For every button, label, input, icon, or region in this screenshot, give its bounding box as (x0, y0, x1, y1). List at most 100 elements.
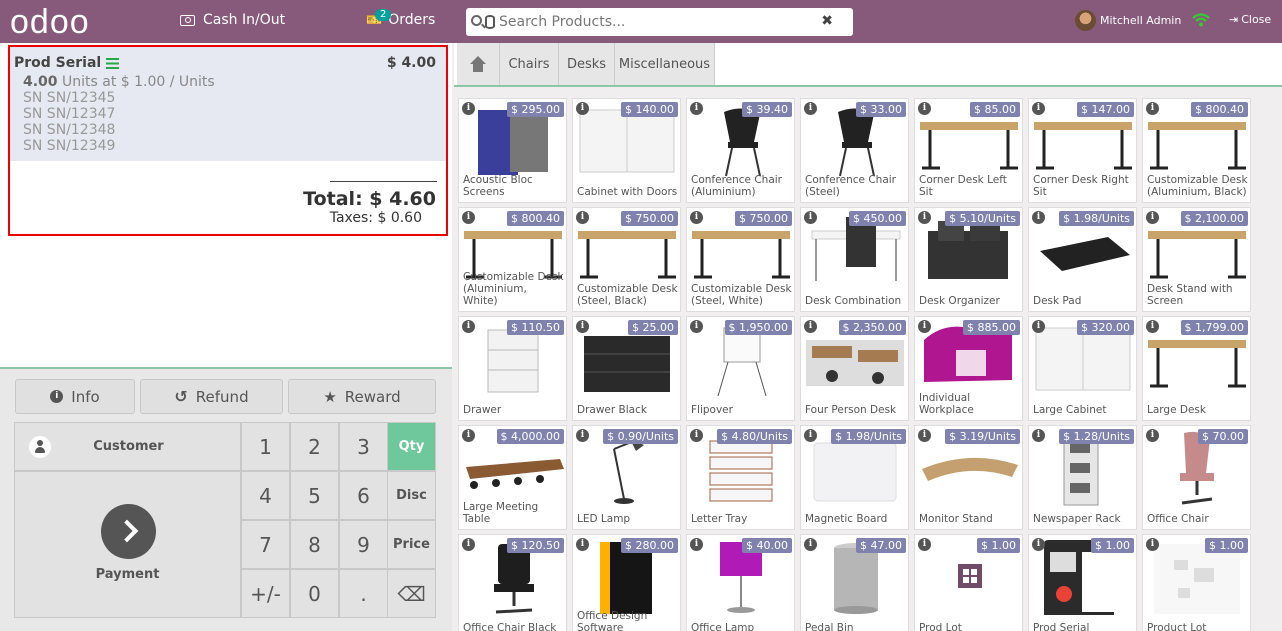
product-card[interactable]: i $ 3.19/Units Monitor Stand (914, 425, 1023, 530)
disc-mode-button[interactable]: Disc (387, 471, 436, 520)
product-card[interactable]: i $ 450.00 Desk Combination (800, 207, 909, 312)
product-info-icon[interactable]: i (918, 429, 931, 442)
category-chairs[interactable]: Chairs (500, 43, 559, 85)
numpad-key[interactable]: 6 (339, 471, 388, 520)
product-card[interactable]: i $ 1.00 Prod Serial (1028, 534, 1137, 631)
product-card[interactable]: i $ 39.40 Conference Chair (Aluminium) (686, 98, 795, 203)
product-info-icon[interactable]: i (576, 102, 589, 115)
product-info-icon[interactable]: i (690, 211, 703, 224)
close-button[interactable]: ⇥ Close (1229, 13, 1271, 26)
product-info-icon[interactable]: i (804, 429, 817, 442)
product-info-icon[interactable]: i (690, 102, 703, 115)
product-info-icon[interactable]: i (462, 320, 475, 333)
product-card[interactable]: i $ 1.98/Units Desk Pad (1028, 207, 1137, 312)
product-info-icon[interactable]: i (690, 320, 703, 333)
product-card[interactable]: i $ 1.28/Units Newspaper Rack (1028, 425, 1137, 530)
numpad-key[interactable]: 8 (290, 520, 339, 569)
product-info-icon[interactable]: i (1032, 429, 1045, 442)
price-mode-button[interactable]: Price (387, 520, 436, 569)
refund-button[interactable]: ↺ Refund (140, 379, 283, 414)
product-card[interactable]: i $ 320.00 Large Cabinet (1028, 316, 1137, 421)
product-card[interactable]: i $ 2,350.00 Four Person Desk (800, 316, 909, 421)
product-card[interactable]: i $ 295.00 Acoustic Bloc Screens (458, 98, 567, 203)
database-icon[interactable] (485, 15, 495, 29)
product-info-icon[interactable]: i (576, 538, 589, 551)
product-card[interactable]: i $ 33.00 Conference Chair (Steel) (800, 98, 909, 203)
product-info-icon[interactable]: i (462, 211, 475, 224)
product-info-icon[interactable]: i (462, 538, 475, 551)
cash-in-out-button[interactable]: Cash In/Out (180, 12, 285, 28)
product-card[interactable]: i $ 1.98/Units Magnetic Board (800, 425, 909, 530)
product-info-icon[interactable]: i (918, 320, 931, 333)
product-card[interactable]: i $ 47.00 Pedal Bin (800, 534, 909, 631)
search-bar[interactable]: ✖ (466, 8, 853, 36)
reward-button[interactable]: ★ Reward (288, 379, 436, 414)
product-info-icon[interactable]: i (1146, 538, 1159, 551)
payment-button[interactable]: Payment (14, 471, 241, 618)
product-card[interactable]: i $ 750.00 Customizable Desk (Steel, White… (686, 207, 795, 312)
product-info-icon[interactable]: i (462, 429, 475, 442)
product-card[interactable]: i $ 85.00 Corner Desk Left Sit (914, 98, 1023, 203)
product-info-icon[interactable]: i (1032, 320, 1045, 333)
product-info-icon[interactable]: i (1032, 538, 1045, 551)
product-card[interactable]: i $ 5.10/Units Desk Organizer (914, 207, 1023, 312)
numpad-key[interactable]: +/- (241, 569, 290, 618)
home-category-button[interactable] (457, 43, 500, 85)
product-card[interactable]: i $ 120.50 Office Chair Black (458, 534, 567, 631)
product-info-icon[interactable]: i (1146, 429, 1159, 442)
product-info-icon[interactable]: i (804, 538, 817, 551)
product-card[interactable]: i $ 280.00 Office Design Software (572, 534, 681, 631)
search-input[interactable] (499, 12, 819, 32)
product-info-icon[interactable]: i (804, 102, 817, 115)
clear-icon[interactable]: ✖ (821, 13, 833, 29)
product-info-icon[interactable]: i (918, 211, 931, 224)
product-card[interactable]: i $ 800.40 Customizable Desk (Aluminium, B… (1142, 98, 1251, 203)
product-info-icon[interactable]: i (1146, 320, 1159, 333)
user-menu[interactable]: Mitchell Admin (1075, 10, 1181, 31)
product-info-icon[interactable]: i (576, 211, 589, 224)
product-card[interactable]: i $ 1.00 Product Lot (1142, 534, 1251, 631)
numpad-key[interactable]: 3 (339, 422, 388, 471)
product-card[interactable]: i $ 140.00 Cabinet with Doors (572, 98, 681, 203)
product-info-icon[interactable]: i (918, 538, 931, 551)
product-card[interactable]: i $ 0.90/Units LED Lamp (572, 425, 681, 530)
numpad-key[interactable]: 1 (241, 422, 290, 471)
numpad-key[interactable]: 0 (290, 569, 339, 618)
numpad-key[interactable]: . (339, 569, 388, 618)
numpad-key[interactable]: 5 (290, 471, 339, 520)
numpad-key[interactable]: 7 (241, 520, 290, 569)
numpad-key[interactable]: 9 (339, 520, 388, 569)
category-desks[interactable]: Desks (559, 43, 615, 85)
category-miscellaneous[interactable]: Miscellaneous (615, 43, 715, 85)
product-card[interactable]: i $ 70.00 Office Chair (1142, 425, 1251, 530)
product-info-icon[interactable]: i (690, 429, 703, 442)
product-info-icon[interactable]: i (576, 429, 589, 442)
product-card[interactable]: i $ 1.00 Prod Lot (914, 534, 1023, 631)
product-card[interactable]: i $ 40.00 Office Lamp (686, 534, 795, 631)
product-card[interactable]: i $ 110.50 Drawer (458, 316, 567, 421)
product-info-icon[interactable]: i (1146, 211, 1159, 224)
product-info-icon[interactable]: i (804, 320, 817, 333)
product-info-icon[interactable]: i (1032, 102, 1045, 115)
numpad-key[interactable]: 2 (290, 422, 339, 471)
product-card[interactable]: i $ 4,000.00 Large Meeting Table (458, 425, 567, 530)
product-card[interactable]: i $ 4.80/Units Letter Tray (686, 425, 795, 530)
product-card[interactable]: i $ 1,799.00 Large Desk (1142, 316, 1251, 421)
product-info-icon[interactable]: i (1032, 211, 1045, 224)
product-info-icon[interactable]: i (1146, 102, 1159, 115)
product-card[interactable]: i $ 750.00 Customizable Desk (Steel, Black… (572, 207, 681, 312)
product-card[interactable]: i $ 147.00 Corner Desk Right Sit (1028, 98, 1137, 203)
qty-mode-button[interactable]: Qty (387, 422, 436, 471)
product-info-icon[interactable]: i (462, 102, 475, 115)
product-info-icon[interactable]: i (576, 320, 589, 333)
product-info-icon[interactable]: i (804, 211, 817, 224)
product-card[interactable]: i $ 885.00 Individual Workplace (914, 316, 1023, 421)
numpad-key[interactable]: 4 (241, 471, 290, 520)
order-line[interactable]: Prod Serial $ 4.00 4.00 Units at $ 1.00 … (10, 47, 446, 161)
product-info-icon[interactable]: i (918, 102, 931, 115)
product-info-icon[interactable]: i (690, 538, 703, 551)
customer-button[interactable]: Customer (14, 422, 241, 471)
product-card[interactable]: i $ 800.40 Customizable Desk (Aluminium, W… (458, 207, 567, 312)
backspace-button[interactable]: ⌫ (387, 569, 436, 618)
lot-list-icon[interactable] (106, 57, 120, 69)
